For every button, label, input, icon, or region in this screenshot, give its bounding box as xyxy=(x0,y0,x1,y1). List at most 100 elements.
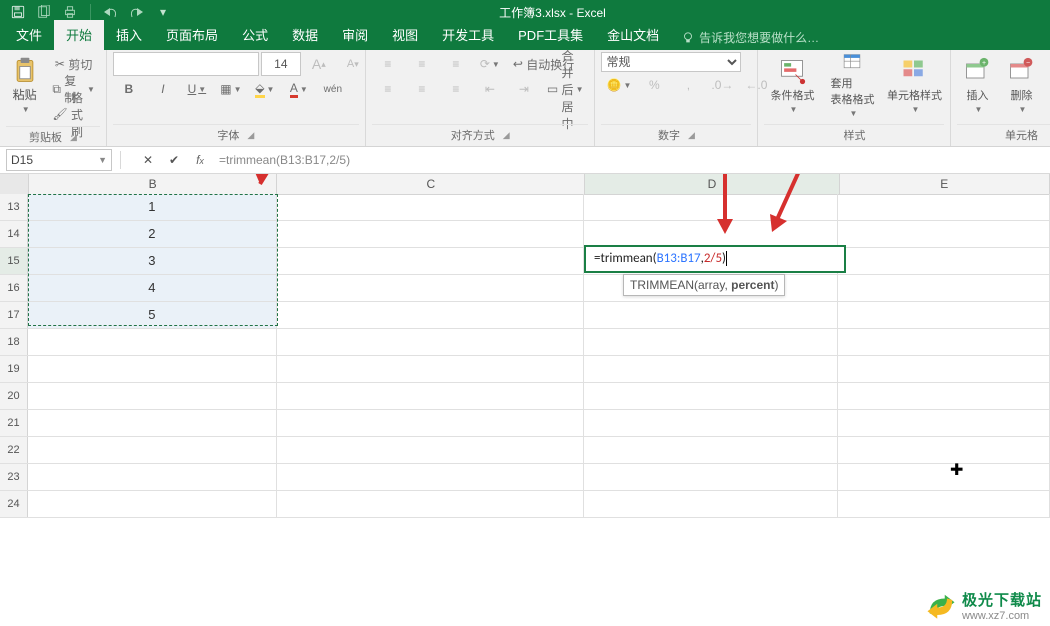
align-right-button[interactable]: ≡ xyxy=(440,77,472,101)
qat-new-icon[interactable] xyxy=(32,2,56,22)
insert-cells-button[interactable]: + 插入▼ xyxy=(957,52,997,118)
qat-undo-icon[interactable] xyxy=(99,2,123,22)
cell-D18[interactable] xyxy=(584,329,839,355)
format-as-table-button[interactable]: 套用 表格格式▼ xyxy=(824,52,880,118)
row-header-17[interactable]: 17 xyxy=(0,302,28,328)
cell-B18[interactable] xyxy=(28,329,277,355)
cell-E22[interactable] xyxy=(838,437,1050,463)
cell-E21[interactable] xyxy=(838,410,1050,436)
cell-C21[interactable] xyxy=(277,410,584,436)
dialog-launcher-icon[interactable]: ◢ xyxy=(70,132,77,143)
row-header-22[interactable]: 22 xyxy=(0,437,28,463)
col-header-D[interactable]: D xyxy=(585,174,839,194)
accounting-format-button[interactable]: 🪙▼ xyxy=(601,73,636,97)
align-top-button[interactable]: ≡ xyxy=(372,52,404,76)
font-name-combo[interactable] xyxy=(113,52,259,76)
cell-C15[interactable] xyxy=(277,248,584,274)
cell-C16[interactable] xyxy=(277,275,584,301)
tab-developer[interactable]: 开发工具 xyxy=(430,20,506,50)
font-size-combo[interactable] xyxy=(261,52,301,76)
formula-bar-input[interactable]: =trimmean(B13:B17,2/5) xyxy=(209,153,1050,167)
cell-E23[interactable] xyxy=(838,464,1050,490)
cell-E20[interactable] xyxy=(838,383,1050,409)
cell-D20[interactable] xyxy=(584,383,839,409)
tab-view[interactable]: 视图 xyxy=(380,20,430,50)
cell-C13[interactable] xyxy=(277,194,584,220)
dialog-launcher-icon[interactable]: ◢ xyxy=(688,130,695,141)
cell-C19[interactable] xyxy=(277,356,584,382)
cell-C17[interactable] xyxy=(277,302,584,328)
cell-E16[interactable] xyxy=(838,275,1050,301)
cell-C14[interactable] xyxy=(277,221,584,247)
qat-redo-icon[interactable] xyxy=(125,2,149,22)
cell-D23[interactable] xyxy=(584,464,839,490)
col-header-C[interactable]: C xyxy=(277,174,585,194)
increase-decimal-button[interactable]: .0→ xyxy=(706,73,738,97)
align-middle-button[interactable]: ≡ xyxy=(406,52,438,76)
cell-C18[interactable] xyxy=(277,329,584,355)
row-header-21[interactable]: 21 xyxy=(0,410,28,436)
cell-D22[interactable] xyxy=(584,437,839,463)
cell-B24[interactable] xyxy=(28,491,277,517)
decrease-indent-button[interactable]: ⇤ xyxy=(474,77,506,101)
cell-D15-editing[interactable]: =trimmean(B13:B17,2/5) xyxy=(585,246,845,272)
tab-file[interactable]: 文件 xyxy=(4,20,54,50)
fill-color-button[interactable]: ⬙▼ xyxy=(249,77,281,101)
align-left-button[interactable]: ≡ xyxy=(372,77,404,101)
dialog-launcher-icon[interactable]: ◢ xyxy=(247,130,254,141)
tab-wps-docs[interactable]: 金山文档 xyxy=(595,20,671,50)
cell-E14[interactable] xyxy=(838,221,1050,247)
cell-E24[interactable] xyxy=(838,491,1050,517)
align-center-button[interactable]: ≡ xyxy=(406,77,438,101)
qat-customize-icon[interactable]: ▾ xyxy=(151,2,175,22)
cell-B20[interactable] xyxy=(28,383,277,409)
bold-button[interactable]: B xyxy=(113,77,145,101)
cell-C20[interactable] xyxy=(277,383,584,409)
tell-me-search[interactable]: 告诉我您想要做什么… xyxy=(681,29,819,50)
cell-B14[interactable]: 2 xyxy=(28,221,277,247)
chevron-down-icon[interactable]: ▼ xyxy=(98,155,107,165)
cell-D24[interactable] xyxy=(584,491,839,517)
fx-button[interactable]: fx xyxy=(191,153,209,167)
cell-C24[interactable] xyxy=(277,491,584,517)
cell-B19[interactable] xyxy=(28,356,277,382)
qat-print-icon[interactable] xyxy=(58,2,82,22)
cell-B17[interactable]: 5 xyxy=(28,302,277,328)
cell-B22[interactable] xyxy=(28,437,277,463)
row-header-15[interactable]: 15 xyxy=(0,248,28,274)
decrease-font-button[interactable]: A▾ xyxy=(337,52,369,76)
cell-B13[interactable]: 1 xyxy=(28,194,277,220)
paste-button[interactable]: 粘贴 ▼ xyxy=(6,52,43,118)
col-header-B[interactable]: B xyxy=(29,174,277,194)
tab-formulas[interactable]: 公式 xyxy=(230,20,280,50)
tab-review[interactable]: 审阅 xyxy=(330,20,380,50)
row-header-13[interactable]: 13 xyxy=(0,194,28,220)
percent-format-button[interactable]: % xyxy=(638,73,670,97)
comma-format-button[interactable]: , xyxy=(672,73,704,97)
cell-E19[interactable] xyxy=(838,356,1050,382)
cell-C23[interactable] xyxy=(277,464,584,490)
format-cells-button[interactable]: 格式 xyxy=(1045,52,1050,118)
increase-indent-button[interactable]: ⇥ xyxy=(508,77,540,101)
cell-D21[interactable] xyxy=(584,410,839,436)
tab-insert[interactable]: 插入 xyxy=(104,20,154,50)
number-format-combo[interactable]: 常规 xyxy=(601,52,741,72)
name-box[interactable]: D15 ▼ xyxy=(6,149,112,171)
cell-B15[interactable]: 3 xyxy=(28,248,277,274)
cell-D17[interactable] xyxy=(584,302,839,328)
delete-cells-button[interactable]: − 删除▼ xyxy=(1001,52,1041,118)
dialog-launcher-icon[interactable]: ◢ xyxy=(503,130,510,141)
font-color-button[interactable]: A▼ xyxy=(283,77,315,101)
cell-D13[interactable] xyxy=(584,194,839,220)
align-bottom-button[interactable]: ≡ xyxy=(440,52,472,76)
tab-pdf-tools[interactable]: PDF工具集 xyxy=(506,20,595,50)
cell-C22[interactable] xyxy=(277,437,584,463)
italic-button[interactable]: I xyxy=(147,77,179,101)
cell-B21[interactable] xyxy=(28,410,277,436)
orientation-button[interactable]: ⟳▼ xyxy=(474,52,506,76)
format-painter-button[interactable]: 🖌 格式刷 xyxy=(47,102,99,126)
phonetic-button[interactable]: wén xyxy=(317,77,349,101)
border-button[interactable]: ▦▼ xyxy=(215,77,247,101)
tab-page-layout[interactable]: 页面布局 xyxy=(154,20,230,50)
select-all-corner[interactable] xyxy=(0,174,29,194)
